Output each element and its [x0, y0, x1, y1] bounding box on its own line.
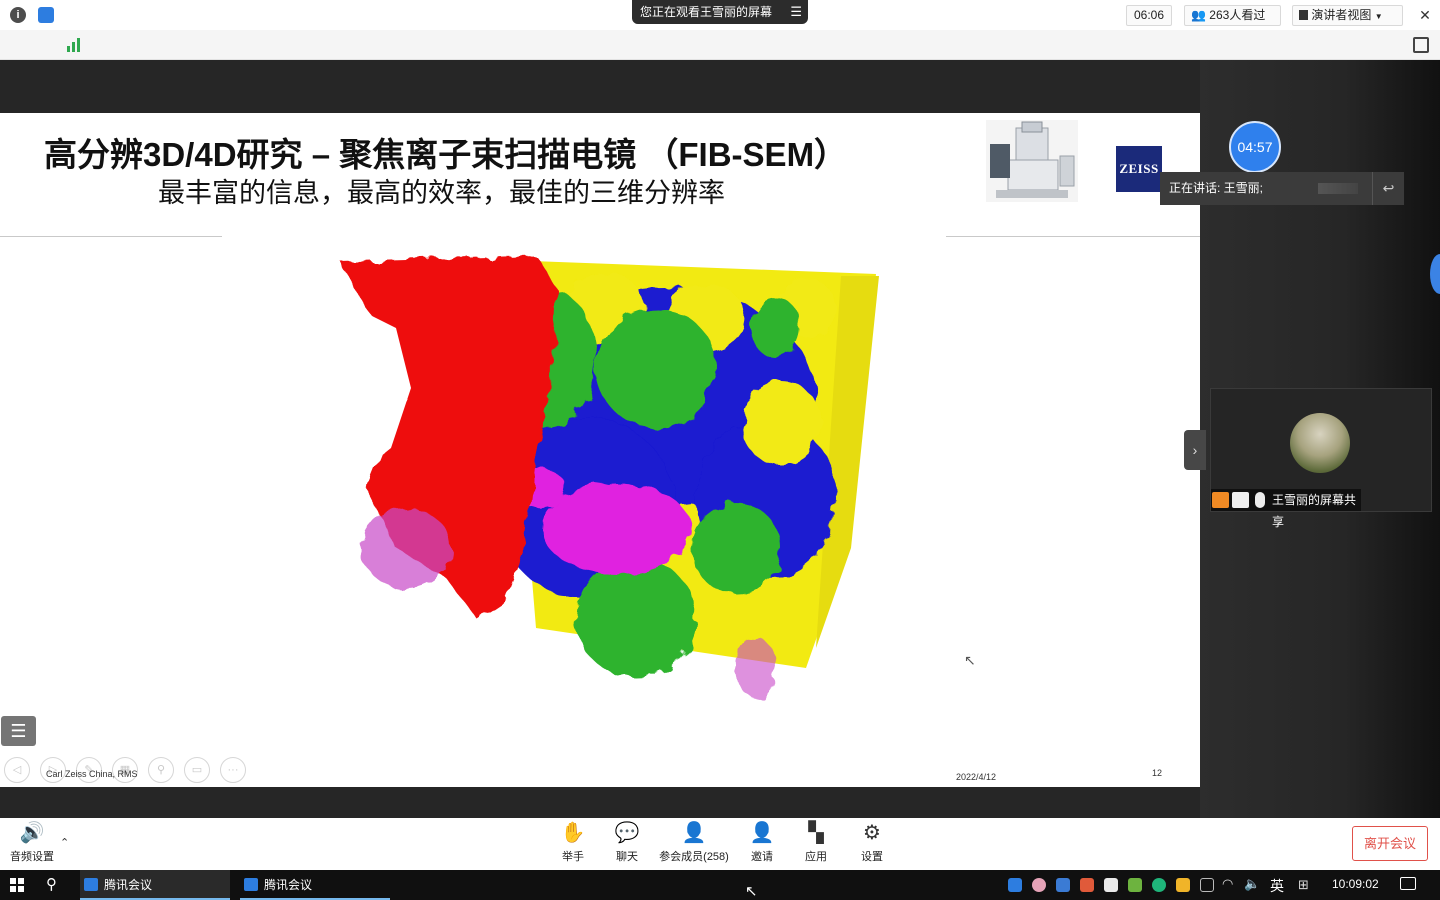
- info-icon[interactable]: i: [10, 7, 26, 23]
- audio-settings-button[interactable]: 🔊 音频设置: [8, 822, 56, 864]
- people-icon: 👥: [1191, 8, 1206, 22]
- microphone-icon: [1255, 492, 1265, 508]
- screen-share-icon: [1232, 492, 1249, 508]
- tencent-meeting-icon: [84, 878, 98, 891]
- share-banner[interactable]: 您正在观看王雪丽的屏幕 ☰: [632, 0, 808, 24]
- reply-icon[interactable]: ↩: [1372, 172, 1404, 205]
- chat-label: 聊天: [616, 851, 638, 863]
- notification-icon[interactable]: [1400, 877, 1416, 890]
- chevron-down-icon: ▼: [1374, 12, 1383, 21]
- app-tray-icon[interactable]: [1152, 878, 1166, 892]
- slide-subtitle: 最丰富的信息，最高的效率，最佳的三维分辨率: [158, 178, 725, 208]
- battery-icon[interactable]: [1200, 878, 1214, 892]
- speaking-text: 正在讲话: 王雪丽;: [1169, 181, 1264, 195]
- invite-button[interactable]: 👤 邀请: [746, 822, 778, 864]
- tencent-meeting-icon: [244, 878, 258, 891]
- vpn-tray-icon[interactable]: [1056, 878, 1070, 892]
- search-icon[interactable]: ⚲: [46, 875, 57, 893]
- speaker-icon: 🔊: [19, 822, 45, 844]
- zoom-icon[interactable]: ⚲: [148, 757, 174, 783]
- chat-icon: 💬: [614, 822, 640, 844]
- settings-button[interactable]: ⚙ 设置: [856, 822, 888, 864]
- signal-icon[interactable]: [66, 38, 82, 52]
- slide-title: 高分辨3D/4D研究 – 聚焦离子束扫描电镜 （FIB-SEM）: [44, 136, 848, 173]
- share-banner-text: 您正在观看王雪丽的屏幕: [640, 5, 773, 19]
- add-user-icon: 👤: [749, 822, 775, 844]
- volume-icon[interactable]: 🔈: [1244, 876, 1260, 892]
- raise-hand-label: 举手: [562, 851, 584, 863]
- fib-sem-3d-reconstruction-image: [336, 248, 881, 710]
- gear-icon: ⚙: [863, 822, 881, 844]
- apps-grid-icon: ▚: [808, 822, 824, 844]
- invite-label: 邀请: [751, 851, 773, 863]
- taskbar-app-label: 腾讯会议: [104, 878, 153, 892]
- elapsed-time: 06:06: [1126, 5, 1172, 26]
- audio-settings-label: 音频设置: [10, 851, 54, 863]
- collapse-panel-icon[interactable]: ›: [1184, 430, 1206, 470]
- redacted-block: [1318, 183, 1358, 194]
- slide-divider: [0, 236, 222, 237]
- ime-grid-icon[interactable]: ⊞: [1298, 877, 1309, 893]
- taskbar-app-tencent-meeting[interactable]: 腾讯会议: [80, 870, 230, 900]
- security-tray-icon[interactable]: [1104, 878, 1118, 892]
- shield-icon[interactable]: [38, 7, 54, 23]
- microscope-image: [986, 120, 1078, 202]
- windows-start-icon[interactable]: [10, 878, 24, 892]
- meeting-toolbar: [0, 30, 1440, 60]
- viewers-button[interactable]: 👥 263人看过: [1184, 5, 1281, 26]
- speaker-tray-icon[interactable]: [1080, 878, 1094, 892]
- tencent-meeting-tray-icon[interactable]: [1008, 878, 1022, 892]
- slide-footer-company: Carl Zeiss China, RMS: [46, 769, 138, 779]
- chevron-up-icon[interactable]: ⌃: [60, 836, 69, 849]
- nvidia-tray-icon[interactable]: [1128, 878, 1142, 892]
- wifi-icon[interactable]: ◠: [1222, 876, 1233, 892]
- flower-tray-icon[interactable]: [1032, 878, 1046, 892]
- hand-icon: ✋: [560, 822, 586, 844]
- settings-label: 设置: [861, 851, 883, 863]
- view-mode-dropdown[interactable]: 演讲者视图 ▼: [1292, 5, 1403, 26]
- members-button[interactable]: 👤 参会成员(258): [656, 822, 732, 864]
- cursor-icon: ↖: [964, 652, 976, 668]
- cursor-icon: ↖: [745, 883, 758, 900]
- view-mode-label: 演讲者视图: [1311, 8, 1372, 22]
- prev-slide-icon[interactable]: ◁: [4, 757, 30, 783]
- layout-icon: [1299, 10, 1308, 20]
- taskbar-clock[interactable]: 10:09:02: [1332, 877, 1379, 891]
- raise-hand-button[interactable]: ✋ 举手: [556, 822, 590, 864]
- more-icon[interactable]: ···: [220, 757, 246, 783]
- apps-label: 应用: [805, 851, 827, 863]
- slide-list-menu-icon[interactable]: ☰: [1, 716, 36, 746]
- fullscreen-icon[interactable]: [1413, 37, 1429, 53]
- slide-page-number: 12: [1152, 768, 1163, 778]
- timer-badge[interactable]: 04:57: [1229, 121, 1281, 173]
- person-icon: 👤: [681, 822, 707, 844]
- speaking-indicator: 正在讲话: 王雪丽; ↩: [1160, 172, 1404, 205]
- avatar: [1290, 413, 1350, 473]
- leave-meeting-button[interactable]: 离开会议: [1352, 826, 1428, 861]
- zeiss-logo: ZEISS: [1116, 146, 1162, 192]
- user-icon: [1212, 492, 1229, 508]
- screen-icon[interactable]: ▭: [184, 757, 210, 783]
- slide-footer-date: 2022/4/12: [956, 772, 997, 782]
- list-icon[interactable]: ☰: [790, 0, 802, 24]
- shield-tray-icon[interactable]: [1176, 878, 1190, 892]
- chat-button[interactable]: 💬 聊天: [610, 822, 644, 864]
- close-icon[interactable]: ✕: [1414, 4, 1436, 26]
- viewers-count: 263人看过: [1209, 8, 1266, 22]
- taskbar-app-tencent-meeting[interactable]: 腾讯会议: [240, 870, 390, 900]
- members-label: 参会成员(258): [659, 851, 729, 863]
- apps-button[interactable]: ▚ 应用: [800, 822, 832, 864]
- slide-divider: [946, 236, 1200, 237]
- taskbar-app-label: 腾讯会议: [264, 878, 313, 892]
- ime-indicator[interactable]: 英: [1270, 876, 1284, 896]
